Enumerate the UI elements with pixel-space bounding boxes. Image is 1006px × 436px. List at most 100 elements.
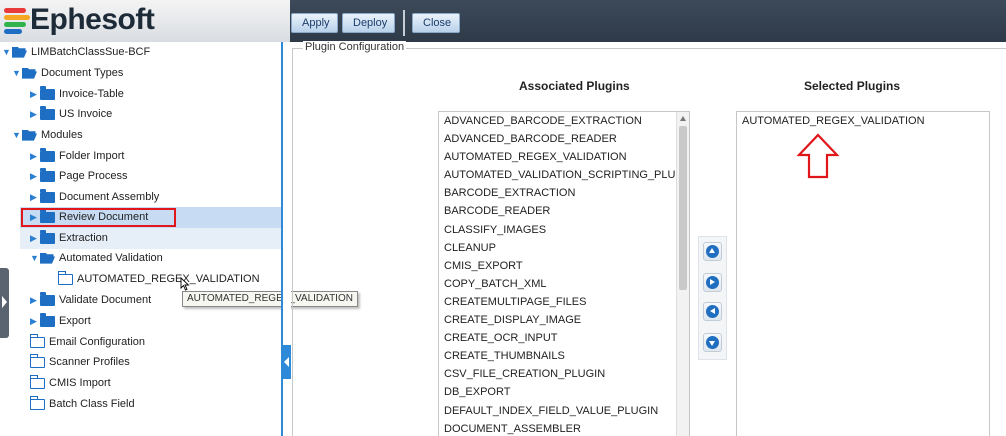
associated-list-scrollbar[interactable] bbox=[676, 112, 689, 436]
tree-node-label: Validate Document bbox=[59, 294, 152, 306]
folder-icon bbox=[40, 167, 55, 182]
apply-button[interactable]: Apply bbox=[291, 13, 338, 33]
tree-node-label: US Invoice bbox=[59, 108, 113, 120]
app-window: Ephesoft Apply Deploy Close ▼ LIMBatchCla… bbox=[0, 0, 1006, 436]
header-bar: Ephesoft Apply Deploy Close bbox=[0, 0, 1006, 42]
folder-open-icon bbox=[22, 129, 37, 141]
tree-node-email-configuration[interactable]: Email Configuration bbox=[29, 332, 145, 352]
tree-node-automated-regex-validation[interactable]: AUTOMATED_REGEX_VALIDATION bbox=[57, 269, 260, 289]
folder-icon bbox=[40, 291, 55, 306]
tree-node-label: Extraction bbox=[59, 232, 108, 244]
associated-plugin-item[interactable]: AUTOMATED_VALIDATION_SCRIPTING_PLUGIN bbox=[439, 166, 677, 184]
associated-plugin-item[interactable]: CSV_FILE_CREATION_PLUGIN bbox=[439, 365, 677, 383]
folder-open-icon bbox=[40, 252, 55, 264]
move-down-button[interactable] bbox=[703, 333, 722, 352]
selected-plugin-item[interactable]: AUTOMATED_REGEX_VALIDATION bbox=[737, 112, 989, 130]
arrow-down-icon bbox=[706, 336, 719, 349]
folder-icon bbox=[40, 312, 55, 327]
toolbar-divider bbox=[403, 10, 405, 36]
collapsed-arrow-icon[interactable]: ▶ bbox=[30, 290, 40, 310]
associated-plugins-list[interactable]: ADVANCED_BARCODE_EXTRACTION ADVANCED_BARC… bbox=[438, 111, 690, 436]
folder-outline-icon bbox=[29, 353, 45, 368]
tree-node-export[interactable]: ▶ Export bbox=[30, 311, 91, 331]
associated-plugins-heading: Associated Plugins bbox=[519, 79, 630, 93]
deploy-button[interactable]: Deploy bbox=[342, 13, 395, 33]
scrollbar-thumb[interactable] bbox=[679, 126, 687, 290]
tree-node-automated-validation[interactable]: ▼ Automated Validation bbox=[30, 248, 163, 268]
associated-plugin-item[interactable]: CMIS_EXPORT bbox=[439, 257, 677, 275]
associated-plugin-item[interactable]: AUTOMATED_REGEX_VALIDATION bbox=[439, 148, 677, 166]
associated-plugin-item[interactable]: CREATE_OCR_INPUT bbox=[439, 329, 677, 347]
ephesoft-logo: Ephesoft bbox=[0, 0, 290, 42]
side-panel-toggle[interactable] bbox=[0, 268, 9, 338]
tree-node-page-process[interactable]: ▶ Page Process bbox=[30, 166, 127, 186]
arrow-up-icon bbox=[706, 245, 719, 258]
folder-icon bbox=[40, 105, 55, 120]
associated-plugin-item[interactable]: DB_EXPORT bbox=[439, 383, 677, 401]
tree-node-document-types[interactable]: ▼ Document Types bbox=[12, 63, 123, 83]
tree-node-scanner-profiles[interactable]: Scanner Profiles bbox=[29, 352, 130, 372]
folder-icon bbox=[40, 147, 55, 162]
plugin-folder-icon bbox=[57, 270, 73, 285]
expanded-arrow-icon[interactable]: ▼ bbox=[12, 125, 22, 145]
tree-node-root[interactable]: ▼ LIMBatchClassSue-BCF bbox=[2, 42, 150, 62]
tree-node-modules[interactable]: ▼ Modules bbox=[12, 125, 83, 145]
tree-node-validate-document[interactable]: ▶ Validate Document bbox=[30, 290, 151, 310]
associated-plugin-item[interactable]: CLASSIFY_IMAGES bbox=[439, 221, 677, 239]
collapsed-arrow-icon[interactable]: ▶ bbox=[30, 187, 40, 207]
tree-node-us-invoice[interactable]: ▶ US Invoice bbox=[30, 104, 112, 124]
collapsed-arrow-icon[interactable]: ▶ bbox=[30, 166, 40, 186]
associated-plugin-item[interactable]: CREATE_DISPLAY_IMAGE bbox=[439, 311, 677, 329]
tree-node-document-assembly[interactable]: ▶ Document Assembly bbox=[30, 187, 159, 207]
tree-node-label: Document Types bbox=[41, 67, 124, 79]
collapsed-arrow-icon[interactable]: ▶ bbox=[30, 104, 40, 124]
tree-node-batch-class-field[interactable]: Batch Class Field bbox=[29, 394, 135, 414]
selected-plugins-list[interactable]: AUTOMATED_REGEX_VALIDATION bbox=[736, 111, 990, 436]
collapsed-arrow-icon[interactable]: ▶ bbox=[30, 311, 40, 331]
collapsed-arrow-icon[interactable]: ▶ bbox=[30, 228, 40, 248]
collapsed-arrow-icon[interactable]: ▶ bbox=[30, 146, 40, 166]
expanded-arrow-icon[interactable]: ▼ bbox=[30, 248, 40, 268]
associated-plugin-item[interactable]: ADVANCED_BARCODE_READER bbox=[439, 130, 677, 148]
plugin-configuration-legend: Plugin Configuration bbox=[303, 41, 407, 53]
associated-plugin-item[interactable]: CREATEMULTIPAGE_FILES bbox=[439, 293, 677, 311]
tree-node-label: Folder Import bbox=[59, 150, 125, 162]
close-button[interactable]: Close bbox=[412, 13, 460, 33]
associated-plugin-item[interactable]: COPY_BATCH_XML bbox=[439, 275, 677, 293]
expanded-arrow-icon[interactable]: ▼ bbox=[2, 42, 12, 62]
remove-plugin-button[interactable] bbox=[703, 302, 722, 321]
tree-node-label: Export bbox=[59, 315, 91, 327]
tree-node-invoice-table[interactable]: ▶ Invoice-Table bbox=[30, 84, 124, 104]
add-plugin-button[interactable] bbox=[703, 273, 722, 292]
tree-node-label: CMIS Import bbox=[49, 377, 111, 389]
tree-node-label: AUTOMATED_REGEX_VALIDATION bbox=[77, 273, 260, 285]
folder-icon bbox=[40, 188, 55, 203]
tree-node-label: Batch Class Field bbox=[49, 398, 135, 410]
associated-plugin-item[interactable]: BARCODE_EXTRACTION bbox=[439, 184, 677, 202]
tree-node-extraction[interactable]: ▶ Extraction bbox=[30, 228, 108, 248]
associated-plugin-item[interactable]: CLEANUP bbox=[439, 239, 677, 257]
folder-outline-icon bbox=[29, 374, 45, 389]
tree-node-label: Scanner Profiles bbox=[49, 356, 130, 368]
tree-node-label: Modules bbox=[41, 129, 83, 141]
move-up-button[interactable] bbox=[703, 242, 722, 261]
tree-node-folder-import[interactable]: ▶ Folder Import bbox=[30, 146, 124, 166]
folder-icon bbox=[40, 85, 55, 100]
scroll-up-icon[interactable] bbox=[680, 116, 686, 121]
mouse-cursor-icon bbox=[180, 277, 190, 291]
tree-node-label: LIMBatchClassSue-BCF bbox=[31, 46, 151, 58]
associated-plugin-item[interactable]: CREATE_THUMBNAILS bbox=[439, 347, 677, 365]
tree-node-label: Document Assembly bbox=[59, 191, 160, 203]
expanded-arrow-icon[interactable]: ▼ bbox=[12, 63, 22, 83]
associated-plugin-item[interactable]: DEFAULT_INDEX_FIELD_VALUE_PLUGIN bbox=[439, 402, 677, 420]
tree-node-label: Automated Validation bbox=[59, 252, 163, 264]
selected-plugins-heading: Selected Plugins bbox=[804, 79, 901, 93]
associated-plugin-item[interactable]: BARCODE_READER bbox=[439, 202, 677, 220]
collapse-panel-arrow-icon[interactable] bbox=[283, 345, 291, 379]
collapsed-arrow-icon[interactable]: ▶ bbox=[30, 84, 40, 104]
associated-plugin-item[interactable]: DOCUMENT_ASSEMBLER bbox=[439, 420, 677, 436]
folder-open-icon bbox=[12, 46, 27, 58]
associated-plugin-item[interactable]: ADVANCED_BARCODE_EXTRACTION bbox=[439, 112, 677, 130]
tree-node-cmis-import[interactable]: CMIS Import bbox=[29, 373, 111, 393]
folder-icon bbox=[40, 229, 55, 244]
